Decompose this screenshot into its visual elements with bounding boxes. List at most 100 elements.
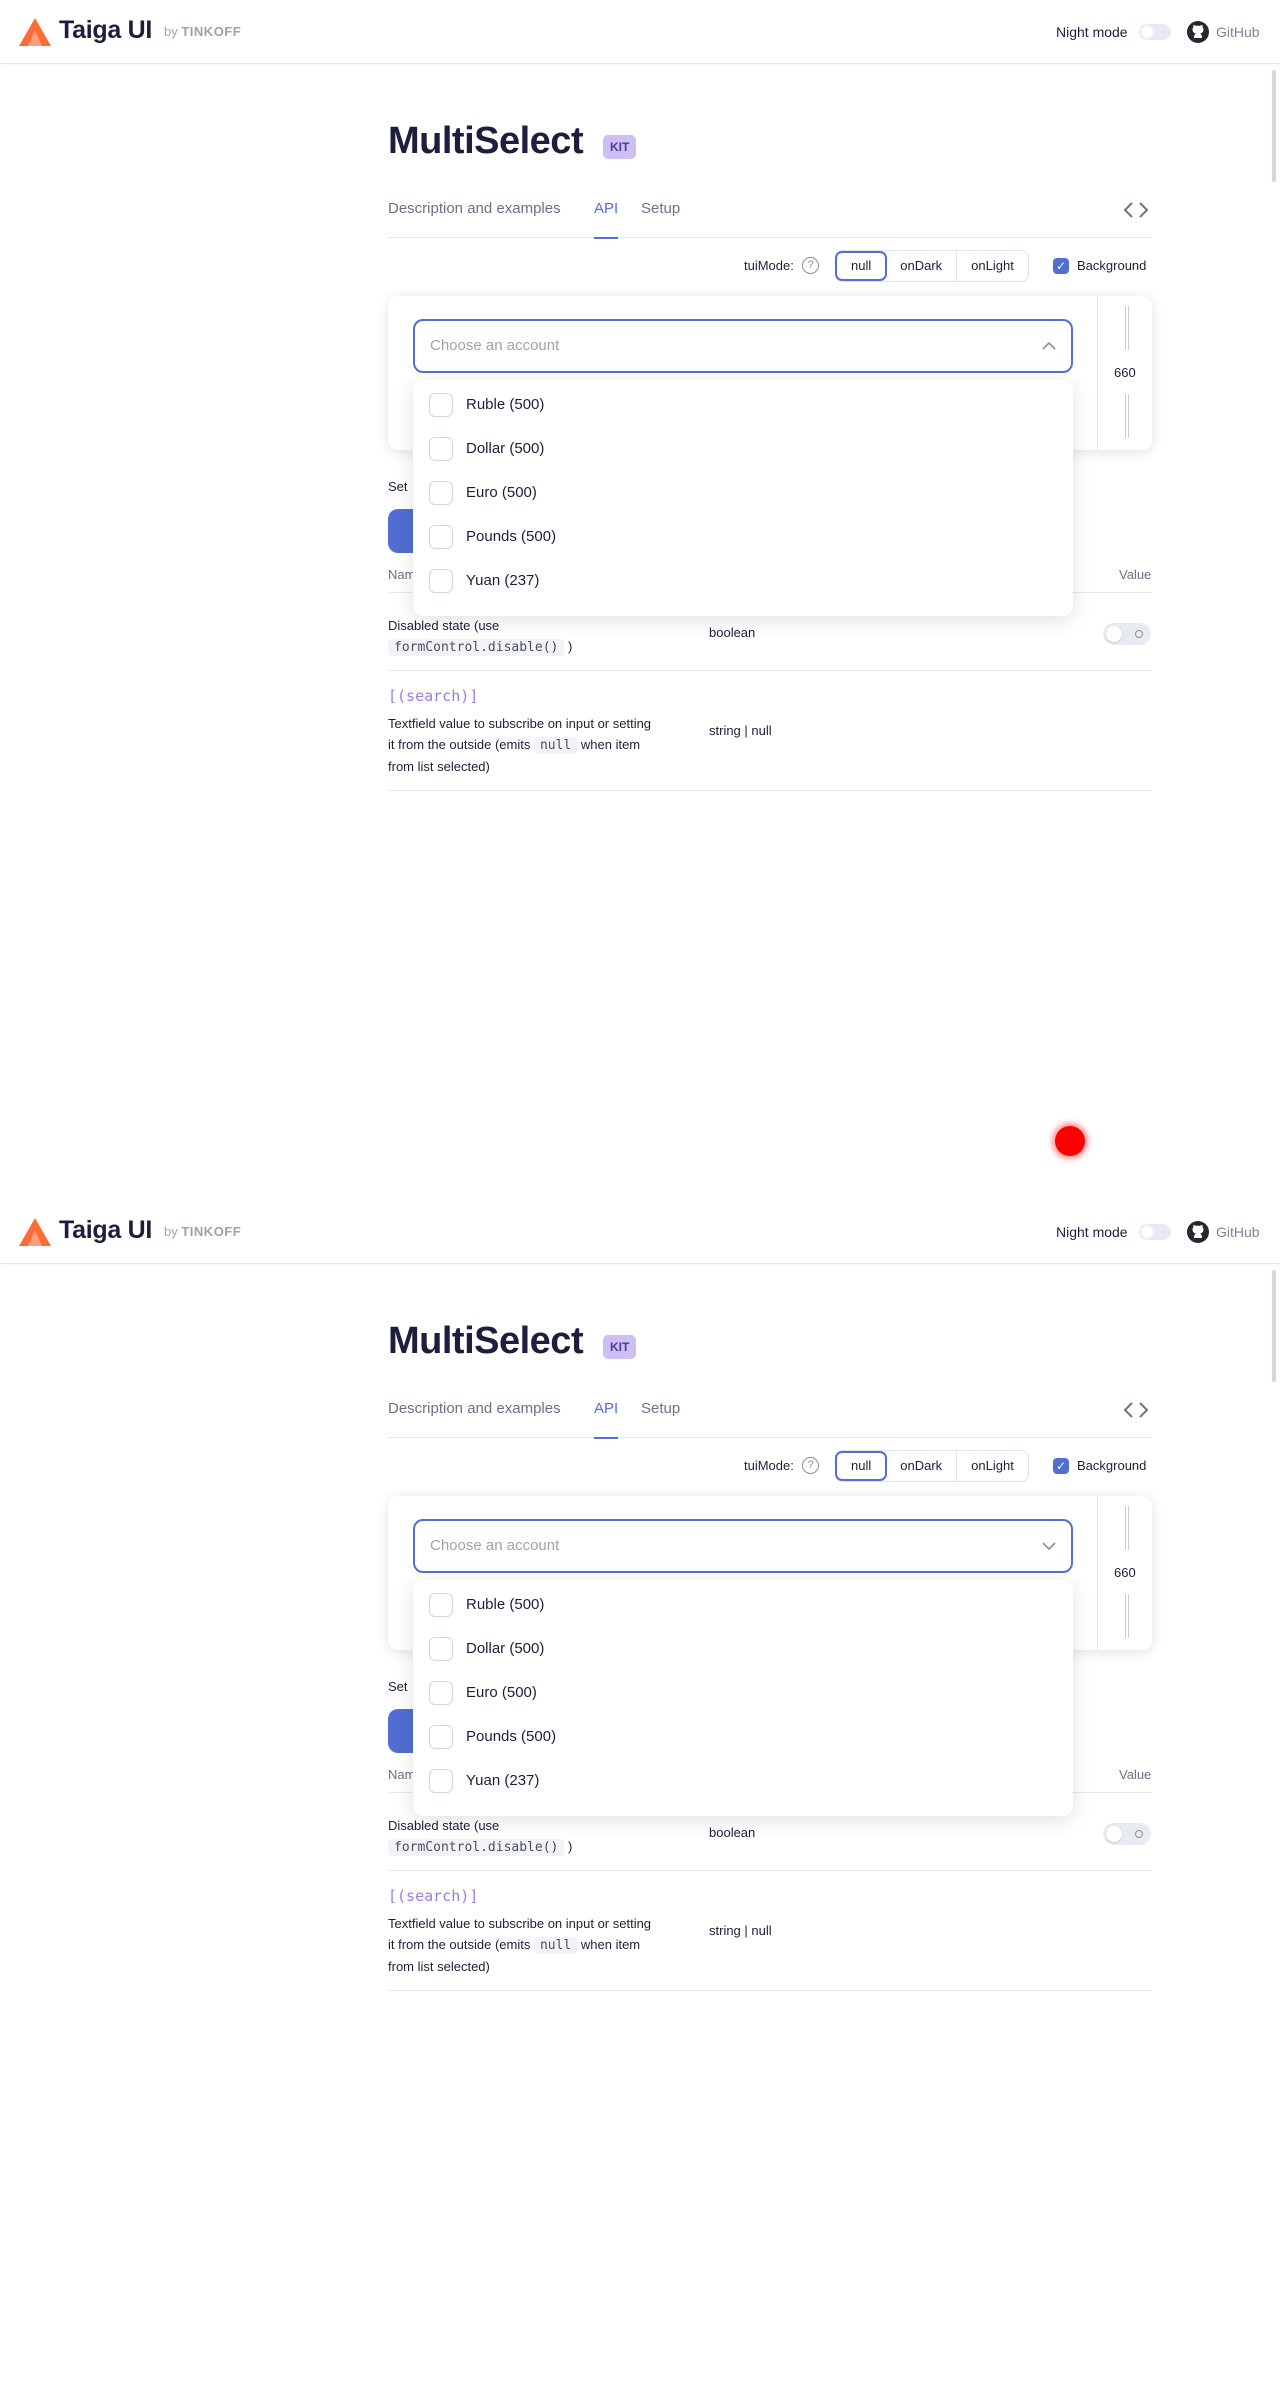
- option-checkbox[interactable]: [429, 1725, 453, 1749]
- resize-handle-bottom[interactable]: [1125, 1594, 1129, 1638]
- mode-onlight-button[interactable]: onLight: [957, 251, 1028, 281]
- background-checkbox[interactable]: ✓: [1053, 258, 1069, 274]
- option-checkbox[interactable]: [429, 1593, 453, 1617]
- top-header: Taiga UI by TINKOFF Night mode GitHub: [0, 1200, 1280, 1264]
- github-icon[interactable]: [1186, 1220, 1210, 1244]
- mode-ondark-button[interactable]: onDark: [886, 251, 958, 281]
- account-select[interactable]: Choose an account: [413, 1519, 1073, 1573]
- select-placeholder: Choose an account: [430, 1537, 560, 1554]
- github-link[interactable]: GitHub: [1216, 24, 1260, 40]
- account-select[interactable]: Choose an account: [413, 319, 1073, 373]
- option-checkbox[interactable]: [429, 481, 453, 505]
- mode-null-button[interactable]: null: [835, 1451, 888, 1481]
- option-checkbox[interactable]: [429, 569, 453, 593]
- page-title: MultiSelect: [388, 1320, 584, 1362]
- background-label: Background: [1077, 1458, 1147, 1473]
- cursor-marker: [1055, 1126, 1085, 1156]
- option-checkbox[interactable]: [429, 1769, 453, 1793]
- github-link[interactable]: GitHub: [1216, 1224, 1260, 1240]
- tabs-bar: Description and examples API Setup: [388, 1396, 1152, 1439]
- disabled-toggle[interactable]: [1103, 1823, 1151, 1845]
- options-dropdown: Ruble (500) Dollar (500) Euro (500) Poun…: [413, 1580, 1073, 1816]
- tab-setup[interactable]: Setup: [641, 1400, 680, 1438]
- option-label: Ruble (500): [466, 396, 545, 413]
- disabled-description: Disabled state (use formControl.disable(…: [388, 1818, 573, 1856]
- mode-segmented: null onDark onLight: [835, 250, 1029, 282]
- chevron-up-icon[interactable]: [1041, 338, 1057, 354]
- option-ruble[interactable]: Ruble (500): [413, 382, 1073, 426]
- code-icon[interactable]: [1123, 1400, 1149, 1420]
- taiga-logo-icon[interactable]: [18, 1217, 52, 1247]
- tabs-bar: Description and examples API Setup: [388, 196, 1152, 239]
- table-divider: [388, 670, 1152, 671]
- code-icon[interactable]: [1123, 200, 1149, 220]
- brand-by: by TINKOFF: [164, 1224, 242, 1239]
- option-checkbox[interactable]: [429, 1637, 453, 1661]
- option-dollar[interactable]: Dollar (500): [413, 1626, 1073, 1670]
- select-placeholder: Choose an account: [430, 337, 560, 354]
- tab-setup[interactable]: Setup: [641, 200, 680, 238]
- mode-segmented: null onDark onLight: [835, 1450, 1029, 1482]
- set-label: Set: [388, 1679, 408, 1694]
- background-label: Background: [1077, 258, 1147, 273]
- tab-description[interactable]: Description and examples: [388, 200, 561, 238]
- table-divider: [388, 1990, 1152, 1991]
- help-icon[interactable]: ?: [802, 1457, 819, 1474]
- search-type: string | null: [709, 723, 772, 738]
- brand-name[interactable]: Taiga UI: [59, 16, 152, 45]
- option-checkbox[interactable]: [429, 1681, 453, 1705]
- option-checkbox[interactable]: [429, 525, 453, 549]
- option-label: Pounds (500): [466, 528, 557, 545]
- search-description: Textfield value to subscribe on input or…: [388, 716, 652, 774]
- col-name-header: Nam: [388, 567, 416, 582]
- search-description: Textfield value to subscribe on input or…: [388, 1916, 652, 1974]
- screenshot-bottom: Taiga UI by TINKOFF Night mode GitHub Mu…: [0, 1200, 1280, 2400]
- kit-badge: KIT: [603, 1335, 637, 1359]
- search-prop-name: [(search)]: [388, 1887, 479, 1905]
- option-label: Yuan (237): [466, 572, 540, 589]
- page-scrollbar[interactable]: [1272, 70, 1276, 182]
- resize-handle-bottom[interactable]: [1125, 394, 1129, 438]
- option-checkbox[interactable]: [429, 393, 453, 417]
- taiga-logo-icon[interactable]: [18, 17, 52, 47]
- kit-badge: KIT: [603, 135, 637, 159]
- option-label: Pounds (500): [466, 1728, 557, 1745]
- disabled-toggle[interactable]: [1103, 623, 1151, 645]
- resize-handle-top[interactable]: [1125, 306, 1129, 350]
- option-label: Yuan (237): [466, 1772, 540, 1789]
- github-icon[interactable]: [1186, 20, 1210, 44]
- page-scrollbar[interactable]: [1272, 1270, 1276, 1382]
- top-header: Taiga UI by TINKOFF Night mode GitHub: [0, 0, 1280, 64]
- width-value: 660: [1114, 365, 1136, 380]
- option-label: Dollar (500): [466, 1640, 545, 1657]
- mode-onlight-button[interactable]: onLight: [957, 1451, 1028, 1481]
- search-prop-name: [(search)]: [388, 687, 479, 705]
- tab-description[interactable]: Description and examples: [388, 1400, 561, 1438]
- chevron-down-icon[interactable]: [1041, 1538, 1057, 1554]
- table-divider: [388, 1870, 1152, 1871]
- option-checkbox[interactable]: [429, 437, 453, 461]
- help-icon[interactable]: ?: [802, 257, 819, 274]
- disabled-type: boolean: [709, 1825, 756, 1840]
- mode-null-button[interactable]: null: [835, 251, 888, 281]
- search-type: string | null: [709, 1923, 772, 1938]
- option-euro[interactable]: Euro (500): [413, 1670, 1073, 1714]
- mode-ondark-button[interactable]: onDark: [886, 1451, 958, 1481]
- night-mode-toggle[interactable]: [1139, 1224, 1171, 1240]
- option-yuan[interactable]: Yuan (237): [413, 1758, 1073, 1802]
- option-pounds[interactable]: Pounds (500): [413, 514, 1073, 558]
- option-label: Euro (500): [466, 1684, 537, 1701]
- tab-api[interactable]: API: [594, 200, 619, 239]
- background-checkbox[interactable]: ✓: [1053, 1458, 1069, 1474]
- option-euro[interactable]: Euro (500): [413, 470, 1073, 514]
- option-ruble[interactable]: Ruble (500): [413, 1582, 1073, 1626]
- option-pounds[interactable]: Pounds (500): [413, 1714, 1073, 1758]
- option-yuan[interactable]: Yuan (237): [413, 558, 1073, 602]
- night-mode-toggle[interactable]: [1139, 24, 1171, 40]
- option-label: Euro (500): [466, 484, 537, 501]
- page-title: MultiSelect: [388, 120, 584, 162]
- resize-handle-top[interactable]: [1125, 1506, 1129, 1550]
- tab-api[interactable]: API: [594, 1400, 619, 1439]
- brand-name[interactable]: Taiga UI: [59, 1216, 152, 1245]
- option-dollar[interactable]: Dollar (500): [413, 426, 1073, 470]
